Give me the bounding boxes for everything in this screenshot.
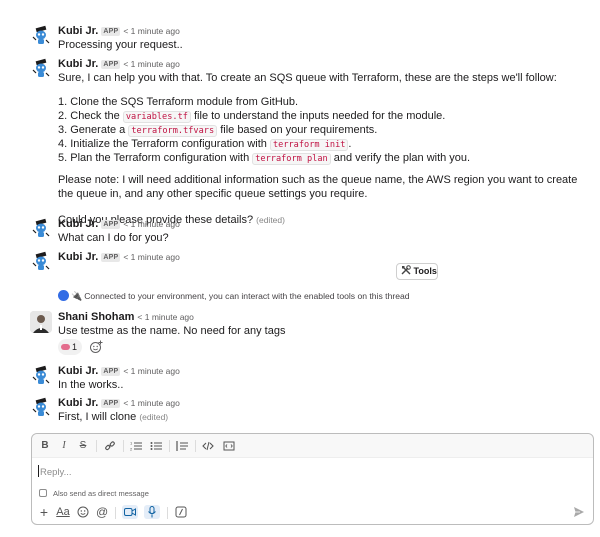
toolbar-divider bbox=[169, 440, 170, 452]
text-format-icon[interactable]: Aa bbox=[56, 505, 70, 519]
mention-icon[interactable]: @ bbox=[96, 505, 108, 519]
kubernetes-icon bbox=[58, 290, 69, 301]
inline-code: variables.tf bbox=[122, 111, 191, 123]
author-name[interactable]: Kubi Jr. bbox=[58, 251, 98, 263]
author-name[interactable]: Shani Shoham bbox=[58, 311, 134, 323]
also-send-option[interactable]: Also send as direct message bbox=[39, 488, 149, 500]
timestamp[interactable]: < 1 minute ago bbox=[137, 312, 193, 322]
edited-label: (edited) bbox=[139, 412, 169, 422]
message-text: Use testme as the name. No need for any … bbox=[58, 325, 286, 337]
user-avatar[interactable] bbox=[30, 311, 52, 333]
bot-avatar[interactable] bbox=[30, 25, 52, 47]
microphone-icon[interactable] bbox=[144, 505, 160, 519]
app-badge: APP bbox=[101, 399, 121, 408]
plus-icon[interactable]: + bbox=[38, 505, 50, 519]
connection-status: 🔌 Connected to your environment, you can … bbox=[58, 289, 410, 303]
tools-label: Tools bbox=[413, 266, 437, 277]
status-text: Connected to your environment, you can i… bbox=[84, 291, 410, 301]
app-badge: APP bbox=[101, 367, 121, 376]
toolbar-divider bbox=[123, 440, 124, 452]
message-text: First, I will clone (edited) bbox=[58, 411, 169, 423]
author-name[interactable]: Kubi Jr. bbox=[58, 58, 98, 70]
video-icon[interactable] bbox=[122, 505, 138, 519]
tools-icon bbox=[401, 265, 414, 276]
message-note: Please note: I will need additional info… bbox=[58, 174, 578, 200]
reply-composer: B I S 12 Reply... Also send as direct me… bbox=[31, 433, 594, 525]
plug-icon: 🔌 bbox=[71, 291, 83, 301]
message-text: In the works.. bbox=[58, 379, 124, 391]
message-thread: Kubi Jr. APP < 1 minute ago Processing you… bbox=[0, 0, 600, 432]
bot-avatar[interactable] bbox=[30, 58, 52, 80]
message-text: Processing your request.. bbox=[58, 39, 183, 51]
author-name[interactable]: Kubi Jr. bbox=[58, 397, 98, 409]
emoji-icon[interactable] bbox=[77, 505, 89, 519]
add-reaction-icon[interactable] bbox=[89, 340, 103, 354]
message-text: What can I do for you? bbox=[58, 232, 169, 244]
also-send-checkbox[interactable] bbox=[39, 489, 47, 497]
reaction-count: 1 bbox=[72, 342, 78, 352]
list-item: 1. Clone the SQS Terraform module from G… bbox=[58, 96, 299, 108]
send-icon[interactable] bbox=[573, 506, 585, 518]
strikethrough-icon[interactable]: S bbox=[78, 440, 88, 452]
timestamp[interactable]: < 1 minute ago bbox=[123, 26, 179, 36]
blockquote-icon[interactable] bbox=[176, 440, 188, 452]
author-name[interactable]: Kubi Jr. bbox=[58, 365, 98, 377]
app-badge: APP bbox=[101, 253, 121, 262]
list-item: 4. Initialize the Terraform configuratio… bbox=[58, 138, 352, 151]
tools-button[interactable]: Tools bbox=[396, 263, 438, 280]
inline-code: terraform init bbox=[269, 139, 349, 151]
bot-avatar[interactable] bbox=[30, 397, 52, 419]
timestamp[interactable]: < 1 minute ago bbox=[123, 59, 179, 69]
slash-command-icon[interactable] bbox=[175, 505, 187, 519]
link-icon[interactable] bbox=[104, 440, 116, 452]
app-badge: APP bbox=[101, 60, 121, 69]
bot-avatar[interactable] bbox=[30, 365, 52, 387]
svg-text:1: 1 bbox=[130, 441, 133, 446]
toolbar-divider bbox=[167, 507, 168, 519]
app-badge: APP bbox=[101, 27, 121, 36]
toolbar-divider bbox=[96, 440, 97, 452]
author-name[interactable]: Kubi Jr. bbox=[58, 218, 98, 230]
author-name[interactable]: Kubi Jr. bbox=[58, 25, 98, 37]
bot-avatar[interactable] bbox=[30, 251, 52, 273]
toolbar-divider bbox=[195, 440, 196, 452]
inline-code: terraform plan bbox=[252, 153, 331, 165]
toolbar-divider bbox=[115, 507, 116, 519]
bot-avatar[interactable] bbox=[30, 218, 52, 240]
bulleted-list-icon[interactable] bbox=[150, 440, 162, 452]
timestamp[interactable]: < 1 minute ago bbox=[123, 366, 179, 376]
timestamp[interactable]: < 1 minute ago bbox=[123, 219, 179, 229]
italic-icon[interactable]: I bbox=[59, 440, 69, 452]
list-item: 3. Generate a terraform.tfvars file base… bbox=[58, 124, 378, 137]
app-badge: APP bbox=[101, 220, 121, 229]
reply-placeholder: Reply... bbox=[40, 467, 72, 478]
ordered-list-icon[interactable]: 12 bbox=[130, 440, 142, 452]
bold-icon[interactable]: B bbox=[40, 440, 50, 452]
svg-text:2: 2 bbox=[130, 447, 133, 452]
format-toolbar: B I S 12 bbox=[32, 434, 593, 458]
code-block-icon[interactable] bbox=[223, 440, 235, 452]
timestamp[interactable]: < 1 minute ago bbox=[123, 398, 179, 408]
inline-code: terraform.tfvars bbox=[128, 125, 218, 137]
steps-list: 1. Clone the SQS Terraform module from G… bbox=[58, 95, 592, 165]
composer-actions: + Aa @ bbox=[32, 502, 593, 522]
code-icon[interactable] bbox=[202, 440, 214, 452]
reaction-emoji-icon bbox=[61, 344, 70, 350]
timestamp[interactable]: < 1 minute ago bbox=[123, 252, 179, 262]
reaction-pill[interactable]: 1 bbox=[58, 339, 82, 355]
list-item: 5. Plan the Terraform configuration with… bbox=[58, 152, 471, 165]
also-send-label: Also send as direct message bbox=[53, 489, 149, 498]
text-caret bbox=[38, 465, 39, 477]
list-item: 2. Check the variables.tf file to unders… bbox=[58, 110, 446, 123]
reply-input[interactable]: Reply... bbox=[38, 465, 72, 479]
message-intro: Sure, I can help you with that. To creat… bbox=[58, 72, 557, 84]
